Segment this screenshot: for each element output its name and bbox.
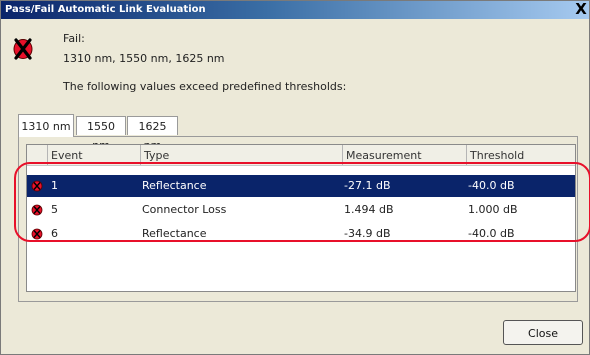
cell-type: Reflectance — [142, 179, 207, 192]
tab-1625[interactable]: 1625 nm — [127, 116, 178, 152]
failed-wavelengths: 1310 nm, 1550 nm, 1625 nm — [63, 52, 225, 65]
close-button[interactable]: Close — [503, 320, 583, 345]
header-threshold[interactable]: Threshold — [466, 145, 575, 165]
cell-type: Reflectance — [142, 227, 207, 240]
header-measurement[interactable]: Measurement — [342, 145, 466, 165]
cell-type: Connector Loss — [142, 203, 227, 216]
window-title: Pass/Fail Automatic Link Evaluation — [5, 4, 206, 15]
cell-threshold: -40.0 dB — [468, 227, 515, 240]
table-row[interactable]: 6 Reflectance -34.9 dB -40.0 dB — [27, 223, 575, 245]
table-row[interactable]: 1 Reflectance -27.1 dB -40.0 dB — [27, 175, 575, 197]
fail-dot-icon — [31, 180, 43, 192]
fail-x-icon — [13, 38, 33, 60]
cell-threshold: -40.0 dB — [468, 179, 515, 192]
cell-event: 1 — [51, 179, 58, 192]
cell-event: 6 — [51, 227, 58, 240]
cell-measurement: 1.494 dB — [344, 203, 394, 216]
header-type[interactable]: Type — [140, 145, 342, 165]
fail-dot-icon — [31, 228, 43, 240]
header-event[interactable]: Event — [47, 145, 140, 165]
results-table: Event Type Measurement Threshold 1 Refle… — [26, 144, 576, 292]
cell-measurement: -27.1 dB — [344, 179, 391, 192]
cell-event: 5 — [51, 203, 58, 216]
tab-1550[interactable]: 1550 nm — [76, 116, 126, 152]
close-icon[interactable]: X — [574, 1, 588, 18]
title-bar[interactable]: Pass/Fail Automatic Link Evaluation X — [1, 1, 589, 19]
table-row[interactable]: 5 Connector Loss 1.494 dB 1.000 dB — [27, 199, 575, 221]
header-icon-column — [27, 145, 47, 165]
cell-threshold: 1.000 dB — [468, 203, 518, 216]
table-header: Event Type Measurement Threshold — [27, 145, 575, 166]
cell-measurement: -34.9 dB — [344, 227, 391, 240]
threshold-message: The following values exceed predefined t… — [63, 80, 347, 93]
fail-label: Fail: — [63, 32, 85, 45]
tab-1310[interactable]: 1310 nm — [18, 114, 74, 137]
fail-dot-icon — [31, 204, 43, 216]
